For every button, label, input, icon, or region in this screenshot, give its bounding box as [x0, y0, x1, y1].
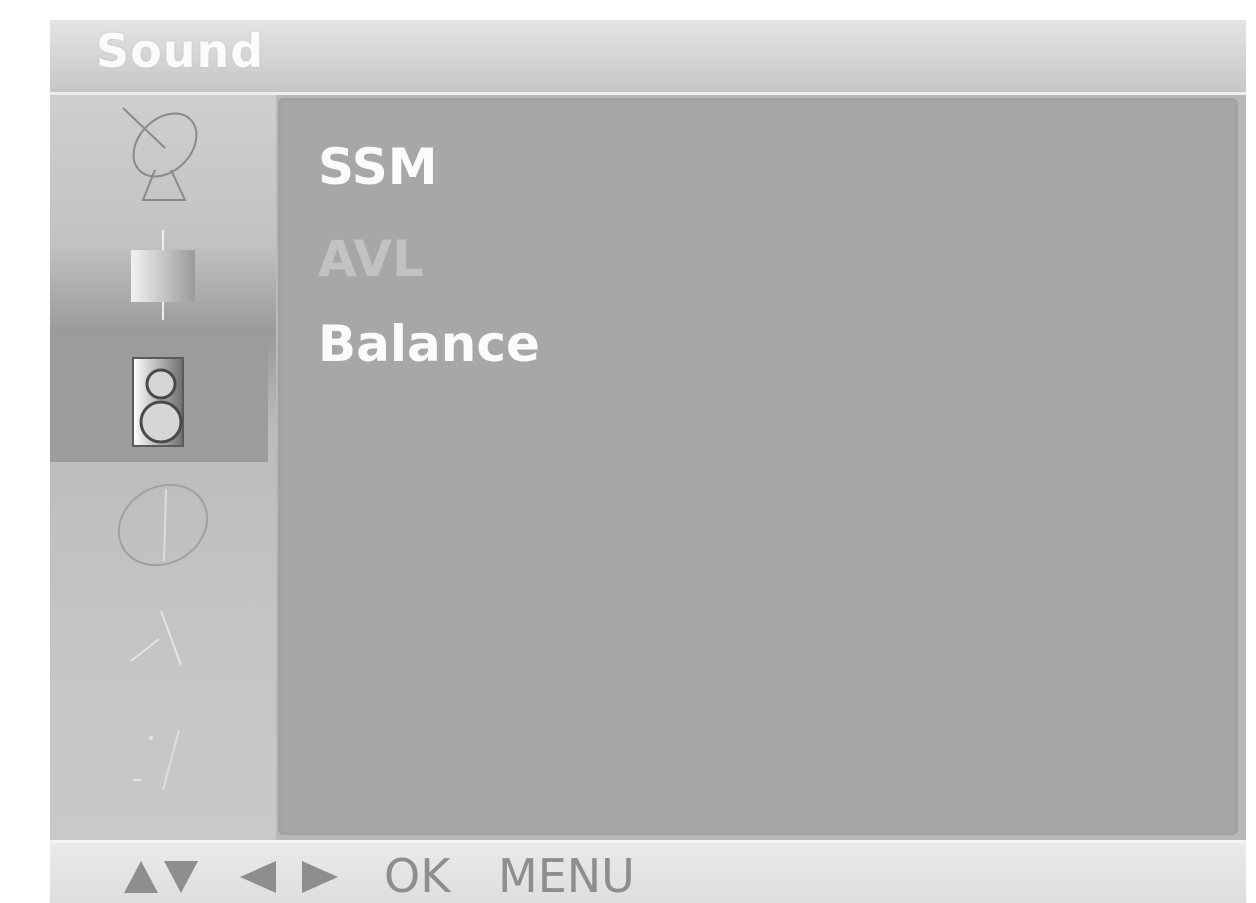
submenu-panel: SSM AVL Balance — [278, 98, 1238, 835]
picture-icon — [131, 230, 195, 320]
satellite-dish-icon — [122, 107, 198, 201]
sidebar-item-picture[interactable] — [50, 215, 276, 335]
sidebar-item-setup[interactable] — [50, 585, 276, 705]
menu-item-avl[interactable]: AVL — [318, 230, 424, 288]
left-arrow-icon — [240, 861, 276, 893]
sidebar-item-time[interactable] — [50, 465, 276, 585]
down-arrow-icon — [164, 861, 198, 893]
menu-item-balance[interactable]: Balance — [318, 315, 540, 373]
menu-title: Sound — [96, 24, 265, 78]
menu-item-ssm[interactable]: SSM — [318, 138, 438, 196]
settings-icon — [130, 610, 182, 666]
sidebar-item-sound[interactable] — [50, 342, 268, 462]
ok-hint: OK — [384, 849, 451, 903]
menu-hint: MENU — [498, 849, 635, 903]
osd-menu-window: Sound SSM AVL Balance OK MENU — [50, 20, 1246, 903]
up-arrow-icon — [124, 861, 158, 893]
sidebar-item-station[interactable] — [50, 95, 276, 215]
screen-icon — [133, 729, 180, 791]
right-arrow-icon — [302, 861, 338, 893]
clock-icon — [117, 483, 209, 567]
sidebar-item-screen[interactable] — [50, 705, 276, 825]
title-bar: Sound — [50, 20, 1246, 95]
category-sidebar — [50, 95, 276, 840]
speaker-icon — [132, 357, 184, 447]
navigation-hint-bar: OK MENU — [50, 840, 1246, 903]
